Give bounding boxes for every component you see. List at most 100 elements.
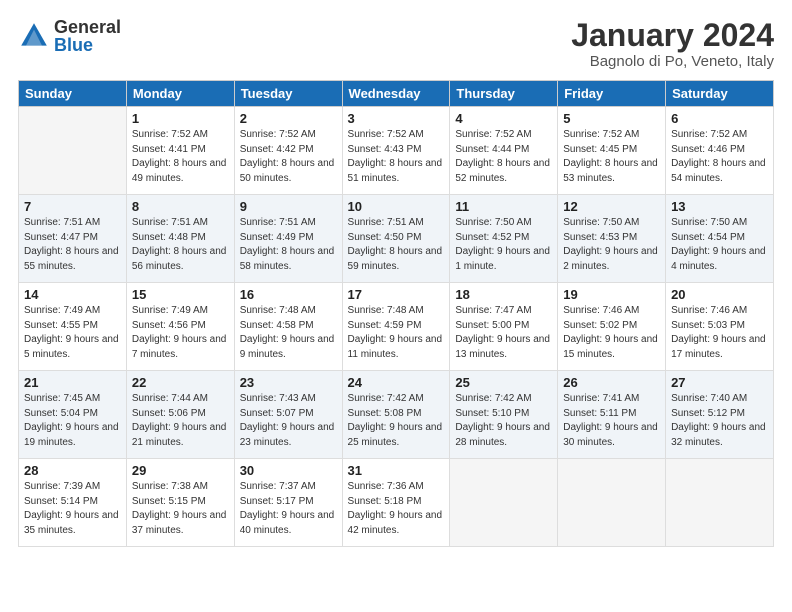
logo: General Blue xyxy=(18,18,121,54)
table-row: 30 Sunrise: 7:37 AMSunset: 5:17 PMDaylig… xyxy=(234,459,342,547)
day-info: Sunrise: 7:44 AMSunset: 5:06 PMDaylight:… xyxy=(132,393,227,448)
day-info: Sunrise: 7:52 AMSunset: 4:45 PMDaylight:… xyxy=(563,129,658,184)
table-row xyxy=(666,459,774,547)
day-info: Sunrise: 7:52 AMSunset: 4:46 PMDaylight:… xyxy=(671,129,766,184)
table-row: 16 Sunrise: 7:48 AMSunset: 4:58 PMDaylig… xyxy=(234,283,342,371)
day-number: 28 xyxy=(24,463,121,478)
day-info: Sunrise: 7:49 AMSunset: 4:55 PMDaylight:… xyxy=(24,305,119,360)
day-number: 19 xyxy=(563,287,660,302)
day-info: Sunrise: 7:52 AMSunset: 4:42 PMDaylight:… xyxy=(240,129,335,184)
day-info: Sunrise: 7:42 AMSunset: 5:10 PMDaylight:… xyxy=(455,393,550,448)
day-info: Sunrise: 7:43 AMSunset: 5:07 PMDaylight:… xyxy=(240,393,335,448)
day-number: 12 xyxy=(563,199,660,214)
day-info: Sunrise: 7:46 AMSunset: 5:03 PMDaylight:… xyxy=(671,305,766,360)
day-number: 11 xyxy=(455,199,552,214)
col-friday: Friday xyxy=(558,81,666,107)
day-info: Sunrise: 7:50 AMSunset: 4:54 PMDaylight:… xyxy=(671,217,766,272)
table-row: 13 Sunrise: 7:50 AMSunset: 4:54 PMDaylig… xyxy=(666,195,774,283)
table-row: 19 Sunrise: 7:46 AMSunset: 5:02 PMDaylig… xyxy=(558,283,666,371)
logo-icon xyxy=(18,20,50,52)
col-monday: Monday xyxy=(126,81,234,107)
day-number: 9 xyxy=(240,199,337,214)
day-info: Sunrise: 7:51 AMSunset: 4:47 PMDaylight:… xyxy=(24,217,119,272)
month-title: January 2024 xyxy=(571,18,774,53)
day-info: Sunrise: 7:51 AMSunset: 4:48 PMDaylight:… xyxy=(132,217,227,272)
table-row: 7 Sunrise: 7:51 AMSunset: 4:47 PMDayligh… xyxy=(19,195,127,283)
day-info: Sunrise: 7:48 AMSunset: 4:58 PMDaylight:… xyxy=(240,305,335,360)
calendar-header-row: Sunday Monday Tuesday Wednesday Thursday… xyxy=(19,81,774,107)
table-row: 10 Sunrise: 7:51 AMSunset: 4:50 PMDaylig… xyxy=(342,195,450,283)
logo-general: General xyxy=(54,18,121,36)
header: General Blue January 2024 Bagnolo di Po,… xyxy=(18,18,774,70)
day-info: Sunrise: 7:40 AMSunset: 5:12 PMDaylight:… xyxy=(671,393,766,448)
day-number: 1 xyxy=(132,111,229,126)
table-row: 17 Sunrise: 7:48 AMSunset: 4:59 PMDaylig… xyxy=(342,283,450,371)
table-row: 15 Sunrise: 7:49 AMSunset: 4:56 PMDaylig… xyxy=(126,283,234,371)
table-row: 22 Sunrise: 7:44 AMSunset: 5:06 PMDaylig… xyxy=(126,371,234,459)
table-row: 9 Sunrise: 7:51 AMSunset: 4:49 PMDayligh… xyxy=(234,195,342,283)
day-info: Sunrise: 7:49 AMSunset: 4:56 PMDaylight:… xyxy=(132,305,227,360)
day-number: 13 xyxy=(671,199,768,214)
day-info: Sunrise: 7:46 AMSunset: 5:02 PMDaylight:… xyxy=(563,305,658,360)
day-info: Sunrise: 7:45 AMSunset: 5:04 PMDaylight:… xyxy=(24,393,119,448)
table-row: 29 Sunrise: 7:38 AMSunset: 5:15 PMDaylig… xyxy=(126,459,234,547)
table-row: 4 Sunrise: 7:52 AMSunset: 4:44 PMDayligh… xyxy=(450,107,558,195)
table-row: 26 Sunrise: 7:41 AMSunset: 5:11 PMDaylig… xyxy=(558,371,666,459)
calendar-week-row: 21 Sunrise: 7:45 AMSunset: 5:04 PMDaylig… xyxy=(19,371,774,459)
title-block: January 2024 Bagnolo di Po, Veneto, Ital… xyxy=(571,18,774,70)
calendar-week-row: 14 Sunrise: 7:49 AMSunset: 4:55 PMDaylig… xyxy=(19,283,774,371)
day-number: 2 xyxy=(240,111,337,126)
table-row: 8 Sunrise: 7:51 AMSunset: 4:48 PMDayligh… xyxy=(126,195,234,283)
day-info: Sunrise: 7:38 AMSunset: 5:15 PMDaylight:… xyxy=(132,481,227,536)
day-number: 25 xyxy=(455,375,552,390)
day-number: 8 xyxy=(132,199,229,214)
day-number: 21 xyxy=(24,375,121,390)
col-sunday: Sunday xyxy=(19,81,127,107)
table-row: 28 Sunrise: 7:39 AMSunset: 5:14 PMDaylig… xyxy=(19,459,127,547)
calendar-week-row: 7 Sunrise: 7:51 AMSunset: 4:47 PMDayligh… xyxy=(19,195,774,283)
day-number: 17 xyxy=(348,287,445,302)
table-row: 2 Sunrise: 7:52 AMSunset: 4:42 PMDayligh… xyxy=(234,107,342,195)
calendar-week-row: 1 Sunrise: 7:52 AMSunset: 4:41 PMDayligh… xyxy=(19,107,774,195)
table-row: 1 Sunrise: 7:52 AMSunset: 4:41 PMDayligh… xyxy=(126,107,234,195)
day-info: Sunrise: 7:41 AMSunset: 5:11 PMDaylight:… xyxy=(563,393,658,448)
table-row xyxy=(450,459,558,547)
day-info: Sunrise: 7:47 AMSunset: 5:00 PMDaylight:… xyxy=(455,305,550,360)
table-row xyxy=(558,459,666,547)
day-number: 24 xyxy=(348,375,445,390)
day-info: Sunrise: 7:52 AMSunset: 4:43 PMDaylight:… xyxy=(348,129,443,184)
day-number: 7 xyxy=(24,199,121,214)
day-info: Sunrise: 7:52 AMSunset: 4:44 PMDaylight:… xyxy=(455,129,550,184)
table-row: 3 Sunrise: 7:52 AMSunset: 4:43 PMDayligh… xyxy=(342,107,450,195)
page: General Blue January 2024 Bagnolo di Po,… xyxy=(0,0,792,612)
location-title: Bagnolo di Po, Veneto, Italy xyxy=(571,53,774,70)
table-row: 31 Sunrise: 7:36 AMSunset: 5:18 PMDaylig… xyxy=(342,459,450,547)
day-number: 15 xyxy=(132,287,229,302)
col-saturday: Saturday xyxy=(666,81,774,107)
day-info: Sunrise: 7:51 AMSunset: 4:49 PMDaylight:… xyxy=(240,217,335,272)
day-number: 3 xyxy=(348,111,445,126)
logo-blue: Blue xyxy=(54,36,121,54)
day-info: Sunrise: 7:42 AMSunset: 5:08 PMDaylight:… xyxy=(348,393,443,448)
day-number: 16 xyxy=(240,287,337,302)
day-number: 20 xyxy=(671,287,768,302)
day-info: Sunrise: 7:50 AMSunset: 4:53 PMDaylight:… xyxy=(563,217,658,272)
day-info: Sunrise: 7:50 AMSunset: 4:52 PMDaylight:… xyxy=(455,217,550,272)
table-row: 20 Sunrise: 7:46 AMSunset: 5:03 PMDaylig… xyxy=(666,283,774,371)
day-info: Sunrise: 7:36 AMSunset: 5:18 PMDaylight:… xyxy=(348,481,443,536)
table-row xyxy=(19,107,127,195)
table-row: 6 Sunrise: 7:52 AMSunset: 4:46 PMDayligh… xyxy=(666,107,774,195)
table-row: 27 Sunrise: 7:40 AMSunset: 5:12 PMDaylig… xyxy=(666,371,774,459)
day-number: 27 xyxy=(671,375,768,390)
day-number: 30 xyxy=(240,463,337,478)
calendar-table: Sunday Monday Tuesday Wednesday Thursday… xyxy=(18,80,774,547)
table-row: 14 Sunrise: 7:49 AMSunset: 4:55 PMDaylig… xyxy=(19,283,127,371)
table-row: 21 Sunrise: 7:45 AMSunset: 5:04 PMDaylig… xyxy=(19,371,127,459)
day-info: Sunrise: 7:51 AMSunset: 4:50 PMDaylight:… xyxy=(348,217,443,272)
table-row: 12 Sunrise: 7:50 AMSunset: 4:53 PMDaylig… xyxy=(558,195,666,283)
col-wednesday: Wednesday xyxy=(342,81,450,107)
table-row: 23 Sunrise: 7:43 AMSunset: 5:07 PMDaylig… xyxy=(234,371,342,459)
calendar-week-row: 28 Sunrise: 7:39 AMSunset: 5:14 PMDaylig… xyxy=(19,459,774,547)
table-row: 18 Sunrise: 7:47 AMSunset: 5:00 PMDaylig… xyxy=(450,283,558,371)
day-number: 23 xyxy=(240,375,337,390)
